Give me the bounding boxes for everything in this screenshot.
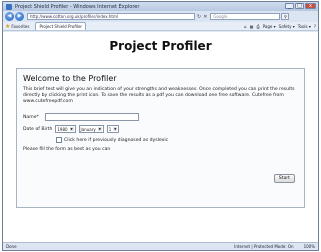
maximize-button[interactable]: □ [295, 3, 304, 9]
window-controls: _ □ x [285, 3, 316, 9]
intro-text: This brief test will give you an indicat… [23, 87, 295, 104]
tools-menu[interactable]: Tools ▾ [298, 24, 311, 29]
page-title: Project Profiler [109, 39, 212, 53]
help-icon[interactable]: ? [314, 24, 316, 29]
name-row: Name* [23, 113, 298, 121]
page-content: Project Profiler Welcome to the Profiler… [3, 32, 318, 242]
dob-day-value: 1 [108, 126, 112, 132]
window-title: Project Shield Profiler - Windows Intern… [15, 3, 140, 10]
minimize-button[interactable]: _ [285, 3, 294, 9]
dob-label: Date of Birth [23, 126, 53, 132]
name-label: Name* [23, 114, 39, 120]
name-field[interactable] [44, 113, 139, 121]
browser-window: Project Shield Profiler - Windows Intern… [2, 1, 319, 251]
panel-title: Welcome to the Profiler [23, 74, 117, 83]
zoom-level[interactable]: 100% [304, 244, 315, 249]
page-menu[interactable]: Page ▾ [263, 24, 276, 29]
dob-year-select[interactable]: 1980 ▼ [55, 125, 76, 133]
chevron-down-icon: ▼ [113, 127, 118, 131]
search-input[interactable]: Google [210, 13, 281, 20]
form-note: Please fill the form as best as you can [23, 147, 111, 152]
back-button[interactable]: ◀ [5, 12, 14, 21]
chevron-down-icon: ▼ [69, 127, 74, 131]
dyslexia-label: Click here if previously diagnosed as dy… [64, 137, 169, 143]
forward-button[interactable]: ▶ [15, 12, 24, 21]
command-bar: ⌂ ▦ ⎙ Page ▾ Safety ▾ Tools ▾ ? [244, 24, 316, 29]
security-zone: Internet | Protected Mode: On [234, 244, 294, 249]
stop-icon[interactable]: ✕ [203, 14, 207, 20]
close-button[interactable]: x [305, 3, 316, 9]
home-icon[interactable]: ⌂ [244, 24, 247, 29]
dob-row: Date of Birth 1980 ▼ January ▼ 1 ▼ [23, 125, 298, 133]
note-row: Please fill the form as best as you can [23, 147, 298, 152]
favorites-button[interactable]: Favorites [11, 24, 29, 29]
dob-day-select[interactable]: 1 ▼ [106, 125, 120, 133]
refresh-icon[interactable]: ↻ [197, 14, 201, 20]
safety-menu[interactable]: Safety ▾ [279, 24, 295, 29]
print-icon[interactable]: ⎙ [256, 24, 259, 29]
dyslexia-checkbox[interactable] [56, 137, 62, 143]
title-bar: Project Shield Profiler - Windows Intern… [3, 2, 318, 11]
welcome-panel: Welcome to the Profiler This brief test … [16, 68, 305, 208]
start-button[interactable]: Start [273, 174, 295, 183]
chevron-down-icon: ▼ [97, 127, 102, 131]
url-input[interactable]: http://www.cotton.org.uk/profiler/index.… [27, 13, 195, 20]
dob-month-value: January [80, 126, 96, 132]
favorites-bar: ★ Favorites Project Shield Profiler ⌂ ▦ … [3, 22, 318, 31]
search-icon[interactable]: ⚲ [281, 13, 290, 20]
favorites-star-icon[interactable]: ★ [5, 23, 10, 30]
address-bar: ◀ ▶ http://www.cotton.org.uk/profiler/in… [3, 11, 318, 22]
dyslexia-row: Click here if previously diagnosed as dy… [23, 137, 298, 143]
status-bar: Done Internet | Protected Mode: On 100% [3, 242, 318, 250]
ie-icon [6, 3, 12, 10]
feeds-icon[interactable]: ▦ [250, 24, 254, 29]
tab-project-profiler[interactable]: Project Shield Profiler [35, 22, 87, 30]
status-text: Done [6, 244, 17, 249]
dob-month-select[interactable]: January ▼ [78, 125, 104, 133]
dob-year-value: 1980 [57, 126, 68, 132]
